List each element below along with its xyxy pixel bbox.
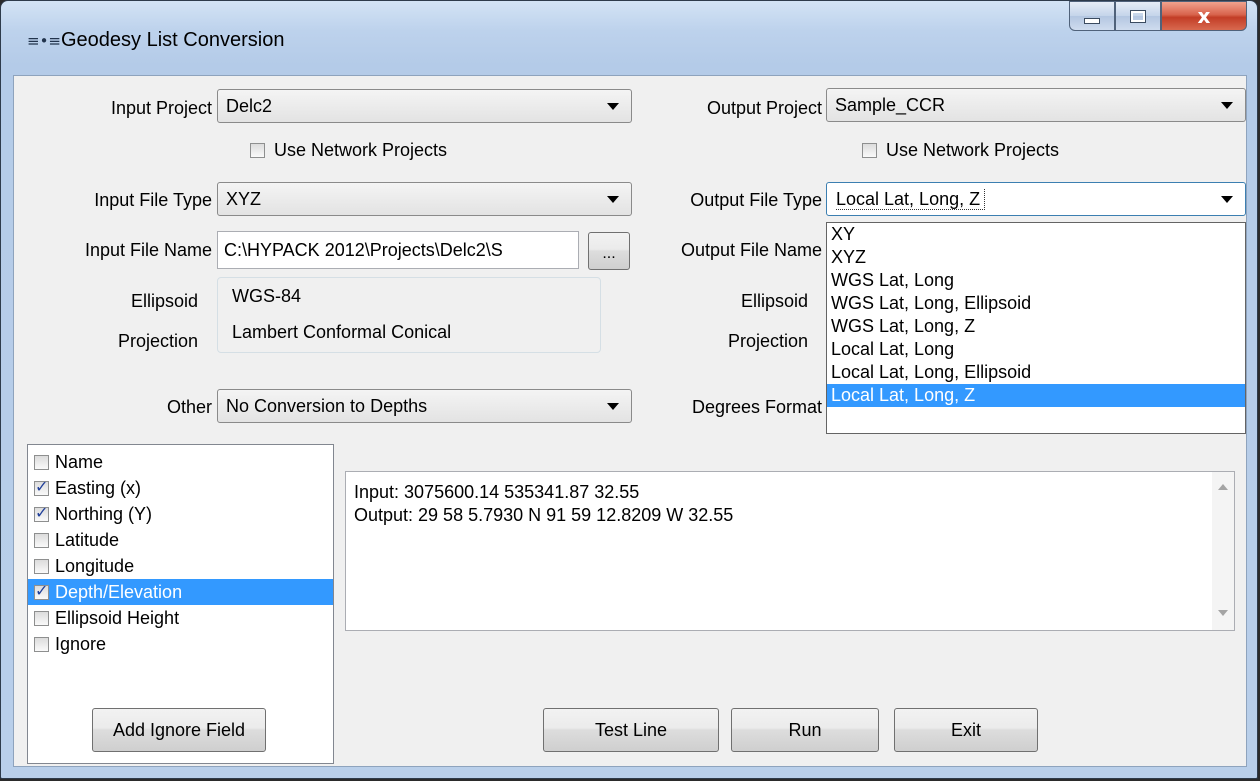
degrees-format-label: Degrees Format [691,397,822,417]
checkbox-icon [34,636,49,652]
output-use-network-checkbox[interactable]: Use Network Projects [862,140,1059,161]
scroll-down-icon[interactable] [1218,610,1228,616]
chevron-down-icon [607,195,619,203]
input-project-value: Delc2 [226,95,273,116]
checkbox-icon [34,503,49,522]
conversion-preview-box[interactable]: Input: 3075600.14 535341.87 32.55 Output… [345,471,1235,631]
output-ellipsoid-label: Ellipsoid [740,291,808,311]
dropdown-option[interactable]: WGS Lat, Long, Z [827,315,1245,338]
window-title: Geodesy List Conversion [61,29,285,51]
output-file-type-label: Output File Type [690,190,822,210]
test-line-button[interactable]: Test Line [543,708,719,752]
output-projection-label: Projection [727,331,808,351]
preview-scrollbar[interactable] [1212,472,1234,630]
field-item-label: Latitude [55,529,120,550]
input-file-type-value: XYZ [226,188,262,209]
chevron-down-icon [1221,195,1233,203]
run-button[interactable]: Run [731,708,879,752]
other-label: Other [166,397,212,417]
dropdown-option[interactable]: Local Lat, Long, Z [827,384,1245,407]
output-use-network-label: Use Network Projects [886,140,1060,160]
input-projection-value: Lambert Conformal Conical [232,322,452,342]
field-item[interactable]: Latitude [28,527,333,553]
dropdown-option[interactable]: XYZ [827,246,1245,269]
chevron-down-icon [607,402,619,410]
maximize-button[interactable] [1115,1,1161,31]
field-item-label: Ignore [55,633,107,654]
field-item-label: Name [55,451,104,472]
dropdown-option[interactable]: Local Lat, Long [827,338,1245,361]
dropdown-option[interactable]: Local Lat, Long, Ellipsoid [827,361,1245,384]
field-item[interactable]: Easting (x) [28,475,333,501]
field-item-label: Northing (Y) [55,503,153,524]
input-ellipsoid-value: WGS-84 [232,286,302,306]
input-datum-info-box: WGS-84 Lambert Conformal Conical [217,277,601,353]
output-file-type-dropdown-list: XY XYZ WGS Lat, Long WGS Lat, Long, Elli… [826,222,1246,434]
field-item[interactable]: Depth/Elevation [28,579,333,605]
other-combo[interactable]: No Conversion to Depths [217,389,632,423]
dropdown-option[interactable]: WGS Lat, Long, Ellipsoid [827,292,1245,315]
input-use-network-checkbox[interactable]: Use Network Projects [250,140,447,161]
output-file-type-value: Local Lat, Long, Z [835,188,986,210]
minimize-icon [1084,18,1100,24]
output-project-label: Output Project [706,98,822,118]
main-window: ≡•≡ Geodesy List Conversion x Input Proj… [0,0,1258,779]
input-file-type-label: Input File Type [94,190,212,210]
close-icon: x [1197,4,1211,28]
maximize-icon [1130,9,1146,23]
output-project-value: Sample_CCR [835,94,946,115]
preview-output-line: Output: 29 58 5.7930 N 91 59 12.8209 W 3… [354,505,734,525]
add-ignore-field-button[interactable]: Add Ignore Field [92,708,266,752]
output-project-combo[interactable]: Sample_CCR [826,88,1246,122]
output-file-type-value-wrap: Local Lat, Long, Z [835,188,1221,210]
scroll-up-icon[interactable] [1218,484,1228,490]
field-item-label: Depth/Elevation [55,581,183,602]
checkbox-icon [34,610,49,626]
input-file-name-label: Input File Name [84,240,212,260]
other-value: No Conversion to Depths [226,395,428,416]
minimize-button[interactable] [1069,1,1115,31]
dropdown-option[interactable]: WGS Lat, Long [827,269,1245,292]
checkbox-icon [34,558,49,574]
input-projection-label: Projection [117,331,198,351]
input-file-type-combo[interactable]: XYZ [217,182,632,216]
preview-input-line: Input: 3075600.14 535341.87 32.55 [354,482,640,502]
input-file-name-field[interactable]: C:\HYPACK 2012\Projects\Delc2\S [217,231,579,269]
dialog-client-area: Input Project Delc2 Use Network Projects… [13,75,1247,767]
title-bar[interactable]: ≡•≡ Geodesy List Conversion x [1,1,1257,75]
field-item[interactable]: Ellipsoid Height [28,605,333,631]
field-item-label: Longitude [55,555,135,576]
checkbox-icon [34,477,49,496]
checkbox-icon [34,581,49,600]
checkbox-icon [250,143,265,158]
browse-input-file-button[interactable]: ... [588,232,630,270]
field-item[interactable]: Name [28,449,333,475]
field-item-label: Ellipsoid Height [55,607,180,628]
field-item[interactable]: Longitude [28,553,333,579]
input-project-label: Input Project [110,98,212,118]
chevron-down-icon [1221,101,1233,109]
app-icon: ≡•≡ [27,32,61,50]
input-ellipsoid-label: Ellipsoid [130,291,198,311]
field-item[interactable]: Ignore [28,631,333,657]
input-project-combo[interactable]: Delc2 [217,89,632,123]
input-use-network-label: Use Network Projects [274,140,448,160]
dropdown-option[interactable]: XY [827,223,1245,246]
field-item[interactable]: Northing (Y) [28,501,333,527]
close-button[interactable]: x [1161,1,1247,31]
output-file-type-combo[interactable]: Local Lat, Long, Z [826,182,1246,216]
checkbox-icon [34,454,49,470]
checkbox-icon [34,532,49,548]
exit-button[interactable]: Exit [894,708,1038,752]
checkbox-icon [862,143,877,158]
output-file-name-label: Output File Name [680,240,822,260]
field-item-label: Easting (x) [55,477,142,498]
chevron-down-icon [607,102,619,110]
caption-buttons: x [1069,1,1247,35]
